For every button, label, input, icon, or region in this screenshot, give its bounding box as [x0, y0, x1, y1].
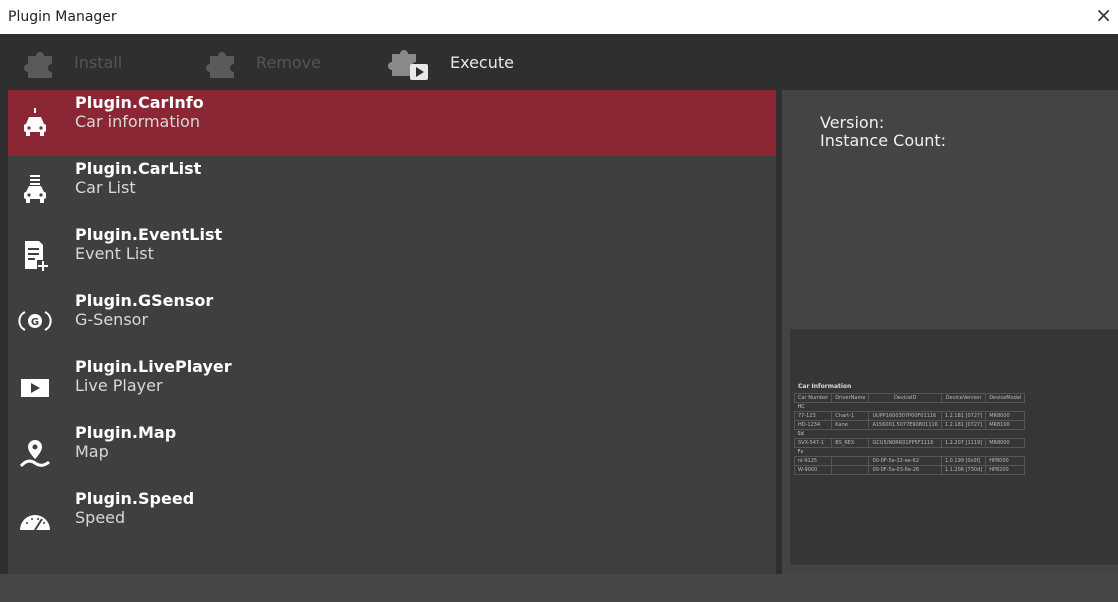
preview-cell: BS_REX	[831, 438, 870, 448]
plugin-name: Plugin.Map	[75, 423, 177, 442]
preview-cell: SVX-547-1	[793, 438, 833, 448]
plugin-desc: G-Sensor	[75, 310, 149, 329]
plugin-name: Plugin.CarList	[75, 159, 202, 178]
car-info-icon	[24, 108, 46, 136]
car-list-icon	[24, 175, 46, 203]
close-icon[interactable]: ×	[1095, 5, 1112, 25]
plugin-name: Plugin.GSensor	[75, 291, 214, 310]
preview-cell: 77-123	[793, 411, 833, 421]
preview-row: SVX-547-1 BS_REX GCU5/N0RR01PP5F1116 1.2…	[793, 438, 1026, 448]
preview-cell: 1.1.206 [730d]	[940, 465, 987, 475]
preview-cell: W-9000	[793, 465, 833, 475]
preview-cell: 00-0F-5e-32-ee-62	[868, 456, 942, 466]
plugin-desc: Map	[75, 442, 109, 461]
install-button[interactable]: Install	[18, 34, 122, 90]
execute-button[interactable]: Execute	[386, 34, 514, 90]
preview-group: Fx	[797, 449, 804, 455]
preview-cell: HD-1234	[793, 420, 833, 430]
preview-row: W-9000 00-0F-5a-03-6e-26 1.1.206 [730d] …	[793, 465, 1026, 475]
puzzle-execute-icon	[388, 50, 428, 80]
preview-cell: 1.2.181 [0727]	[940, 411, 987, 421]
plugin-desc: Car List	[75, 178, 136, 197]
preview-row: 77-123 Chart-1 UUPP1600307P00F01116 1.2.…	[793, 411, 1026, 421]
preview-header: DeviceID	[868, 393, 942, 403]
instance-count-label: Instance Count:	[820, 131, 947, 150]
plugin-item-carlist[interactable]: Plugin.CarList Car List	[8, 156, 776, 222]
preview-cell: HP8000	[985, 456, 1026, 466]
plugin-desc: Car information	[75, 112, 200, 131]
puzzle-remove-icon	[206, 52, 234, 78]
plugin-info: Version: Instance Count:	[820, 114, 946, 150]
preview-cell: MR8100	[985, 420, 1026, 430]
preview-cell: MR8000	[985, 411, 1026, 421]
preview-header: Car Number	[793, 393, 833, 403]
preview-cell: GCU5/N0RR01PP5F1116	[868, 438, 942, 448]
title-bar: Plugin Manager ×	[0, 0, 1118, 34]
preview-cell: nl-9125	[793, 456, 833, 466]
plugin-item-speed[interactable]: Plugin.Speed Speed	[8, 486, 776, 552]
preview-cell: 1.0.199 [0c0f]	[940, 456, 987, 466]
event-list-icon	[25, 241, 49, 272]
plugin-desc: Live Player	[75, 376, 163, 395]
plugin-item-eventlist[interactable]: Plugin.EventList Event List	[8, 222, 776, 288]
preview-title: Car Information	[798, 383, 852, 390]
toolbar: Install Remove Execute	[0, 34, 1118, 90]
window-title: Plugin Manager	[8, 9, 117, 25]
plugin-item-carinfo[interactable]: Plugin.CarInfo Car information	[8, 90, 776, 156]
preview-header: DriverName	[831, 393, 870, 403]
bottom-bar	[0, 574, 1118, 602]
plugin-item-liveplayer[interactable]: Plugin.LivePlayer Live Player	[8, 354, 776, 420]
preview-row: nl-9125 00-0F-5e-32-ee-62 1.0.199 [0c0f]…	[793, 456, 1026, 466]
preview-header: DeviceVersion	[940, 393, 987, 403]
preview-cell: UUPP1600307P00F01116	[868, 411, 942, 421]
version-label: Version:	[820, 113, 885, 132]
remove-label: Remove	[256, 52, 321, 72]
preview-group: Sd	[797, 431, 804, 437]
plugin-list: Plugin.CarInfo Car information Plugin.Ca…	[8, 90, 776, 574]
preview-cell	[831, 465, 870, 475]
plugin-name: Plugin.EventList	[75, 225, 223, 244]
preview-cell	[831, 456, 870, 466]
plugin-item-map[interactable]: Plugin.Map Map	[8, 420, 776, 486]
preview-header: DeviceModel	[985, 393, 1026, 403]
plugin-name: Plugin.Speed	[75, 489, 195, 508]
preview-cell: HP8200	[985, 465, 1026, 475]
plugin-name: Plugin.LivePlayer	[75, 357, 232, 376]
preview-cell: 1.2.207 [1119]	[940, 438, 987, 448]
svg-text:G: G	[31, 317, 39, 328]
plugin-item-gsensor[interactable]: G Plugin.GSensor G-Sensor	[8, 288, 776, 354]
gsensor-icon: G	[18, 311, 52, 331]
remove-button[interactable]: Remove	[200, 34, 321, 90]
preview-cell: 00-0F-5a-03-6e-26	[868, 465, 942, 475]
plugin-preview: Car Information Car Number DriverName De…	[790, 329, 1118, 565]
puzzle-install-icon	[24, 52, 52, 78]
preview-cell: 1.2.181 [0727]	[940, 420, 987, 430]
preview-group: HC	[797, 404, 805, 410]
plugin-desc: Event List	[75, 244, 154, 263]
preview-row: HD-1234 Kane A156001.5077E90801116 1.2.1…	[793, 420, 1026, 430]
install-label: Install	[74, 52, 123, 72]
map-pin-icon	[19, 440, 50, 468]
execute-label: Execute	[450, 52, 514, 72]
plugin-name: Plugin.CarInfo	[75, 93, 204, 112]
speedometer-icon	[20, 515, 50, 531]
preview-table: Car Number DriverName DeviceID DeviceVer…	[793, 393, 1026, 475]
preview-cell: MR8000	[985, 438, 1026, 448]
plugin-desc: Speed	[75, 508, 126, 527]
preview-cell: A156001.5077E90801116	[868, 420, 942, 430]
preview-cell: Chart-1	[831, 411, 870, 421]
live-player-icon	[21, 379, 49, 397]
plugin-details-panel: Version: Instance Count: Car Information…	[782, 90, 1118, 574]
preview-cell: Kane	[831, 420, 870, 430]
